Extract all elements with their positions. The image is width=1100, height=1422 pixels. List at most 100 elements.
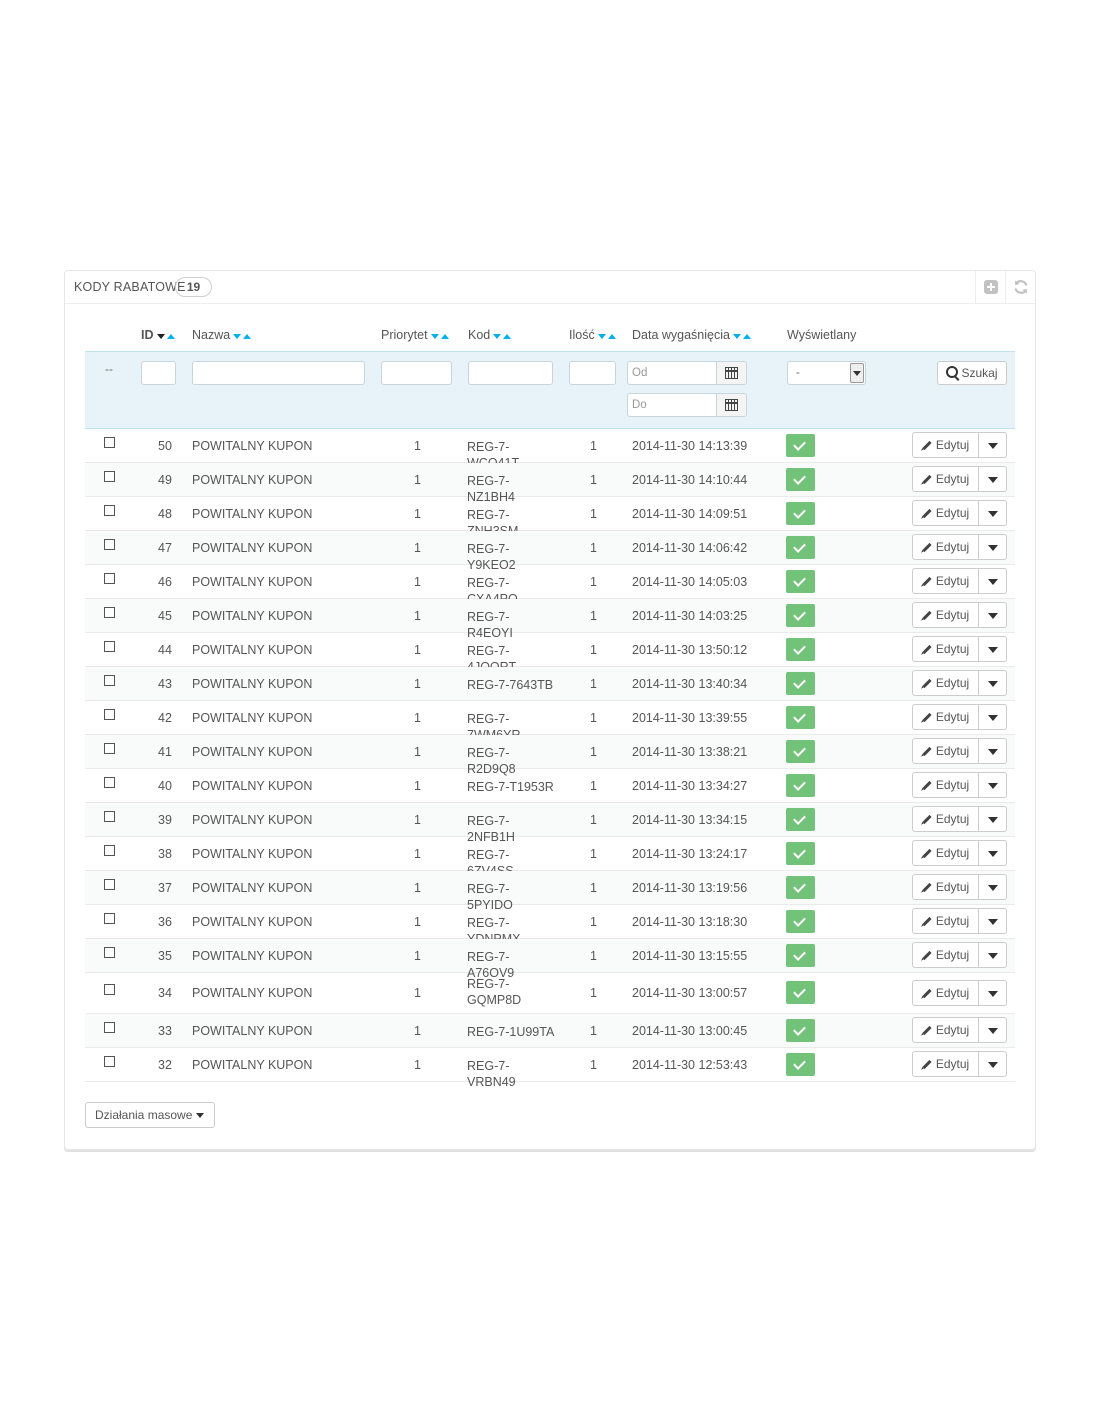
enabled-check-icon[interactable] (786, 944, 815, 967)
edit-button[interactable]: Edytuj (912, 534, 979, 560)
column-quantity[interactable]: Ilość (569, 328, 616, 343)
column-expiry[interactable]: Data wygaśnięcia (632, 328, 751, 343)
enabled-check-icon[interactable] (786, 910, 815, 933)
enabled-check-icon[interactable] (786, 468, 815, 491)
row-checkbox[interactable] (104, 471, 115, 482)
edit-button[interactable]: Edytuj (912, 874, 979, 900)
filter-quantity-input[interactable] (569, 361, 616, 385)
row-actions-dropdown-button[interactable] (979, 738, 1007, 764)
enabled-check-icon[interactable] (786, 1019, 815, 1042)
add-new-button[interactable] (975, 271, 1006, 303)
row-actions-dropdown-button[interactable] (979, 636, 1007, 662)
sort-asc-icon[interactable] (243, 333, 252, 339)
filter-priority-input[interactable] (381, 361, 452, 385)
column-code[interactable]: Kod (468, 328, 512, 343)
edit-button[interactable]: Edytuj (912, 1051, 979, 1077)
row-actions-dropdown-button[interactable] (979, 602, 1007, 628)
filter-date-to-input[interactable]: Do (627, 393, 717, 417)
enabled-check-icon[interactable] (786, 706, 815, 729)
row-actions-dropdown-button[interactable] (979, 466, 1007, 492)
filter-displayed-select[interactable]: - (787, 361, 866, 385)
edit-button[interactable]: Edytuj (912, 1017, 979, 1043)
sort-desc-icon[interactable] (156, 333, 165, 339)
sort-desc-icon[interactable] (597, 333, 606, 339)
row-checkbox[interactable] (104, 1056, 115, 1067)
sort-desc-icon[interactable] (233, 333, 242, 339)
enabled-check-icon[interactable] (786, 502, 815, 525)
column-id[interactable]: ID (141, 328, 175, 343)
row-actions-dropdown-button[interactable] (979, 840, 1007, 866)
enabled-check-icon[interactable] (786, 604, 815, 627)
edit-button[interactable]: Edytuj (912, 704, 979, 730)
row-actions-dropdown-button[interactable] (979, 1051, 1007, 1077)
edit-button[interactable]: Edytuj (912, 980, 979, 1006)
row-checkbox[interactable] (104, 1022, 115, 1033)
row-checkbox[interactable] (104, 984, 115, 995)
row-checkbox[interactable] (104, 675, 115, 686)
sort-desc-icon[interactable] (430, 333, 439, 339)
search-button[interactable]: Szukaj (937, 361, 1007, 385)
row-actions-dropdown-button[interactable] (979, 942, 1007, 968)
row-checkbox[interactable] (104, 743, 115, 754)
edit-button[interactable]: Edytuj (912, 942, 979, 968)
row-checkbox[interactable] (104, 845, 115, 856)
enabled-check-icon[interactable] (786, 842, 815, 865)
enabled-check-icon[interactable] (786, 536, 815, 559)
row-actions-dropdown-button[interactable] (979, 874, 1007, 900)
sort-desc-icon[interactable] (493, 333, 502, 339)
filter-name-input[interactable] (192, 361, 365, 385)
sort-asc-icon[interactable] (440, 333, 449, 339)
row-actions-dropdown-button[interactable] (979, 432, 1007, 458)
enabled-check-icon[interactable] (786, 570, 815, 593)
enabled-check-icon[interactable] (786, 434, 815, 457)
edit-button[interactable]: Edytuj (912, 500, 979, 526)
row-actions-dropdown-button[interactable] (979, 670, 1007, 696)
enabled-check-icon[interactable] (786, 774, 815, 797)
edit-button[interactable]: Edytuj (912, 840, 979, 866)
row-checkbox[interactable] (104, 437, 115, 448)
row-checkbox[interactable] (104, 505, 115, 516)
edit-button[interactable]: Edytuj (912, 432, 979, 458)
refresh-button[interactable] (1005, 271, 1036, 303)
column-name[interactable]: Nazwa (192, 328, 252, 343)
sort-desc-icon[interactable] (732, 333, 741, 339)
row-checkbox[interactable] (104, 709, 115, 720)
enabled-check-icon[interactable] (786, 876, 815, 899)
filter-code-input[interactable] (468, 361, 553, 385)
row-actions-dropdown-button[interactable] (979, 980, 1007, 1006)
enabled-check-icon[interactable] (786, 638, 815, 661)
enabled-check-icon[interactable] (786, 672, 815, 695)
row-actions-dropdown-button[interactable] (979, 500, 1007, 526)
filter-date-from-input[interactable]: Od (627, 361, 717, 385)
column-priority[interactable]: Priorytet (381, 328, 449, 343)
enabled-check-icon[interactable] (786, 981, 815, 1004)
filter-id-input[interactable] (141, 361, 176, 385)
edit-button[interactable]: Edytuj (912, 738, 979, 764)
edit-button[interactable]: Edytuj (912, 806, 979, 832)
sort-asc-icon[interactable] (166, 333, 175, 339)
row-actions-dropdown-button[interactable] (979, 908, 1007, 934)
bulk-actions-button[interactable]: Działania masowe (85, 1102, 215, 1128)
row-checkbox[interactable] (104, 879, 115, 890)
enabled-check-icon[interactable] (786, 740, 815, 763)
row-checkbox[interactable] (104, 777, 115, 788)
row-actions-dropdown-button[interactable] (979, 772, 1007, 798)
row-actions-dropdown-button[interactable] (979, 568, 1007, 594)
edit-button[interactable]: Edytuj (912, 908, 979, 934)
row-actions-dropdown-button[interactable] (979, 704, 1007, 730)
row-actions-dropdown-button[interactable] (979, 1017, 1007, 1043)
enabled-check-icon[interactable] (786, 808, 815, 831)
date-from-calendar-button[interactable] (717, 361, 747, 385)
sort-asc-icon[interactable] (607, 333, 616, 339)
edit-button[interactable]: Edytuj (912, 466, 979, 492)
row-checkbox[interactable] (104, 947, 115, 958)
row-checkbox[interactable] (104, 607, 115, 618)
row-actions-dropdown-button[interactable] (979, 806, 1007, 832)
row-checkbox[interactable] (104, 641, 115, 652)
row-checkbox[interactable] (104, 573, 115, 584)
enabled-check-icon[interactable] (786, 1053, 815, 1076)
edit-button[interactable]: Edytuj (912, 670, 979, 696)
row-checkbox[interactable] (104, 811, 115, 822)
edit-button[interactable]: Edytuj (912, 636, 979, 662)
edit-button[interactable]: Edytuj (912, 772, 979, 798)
